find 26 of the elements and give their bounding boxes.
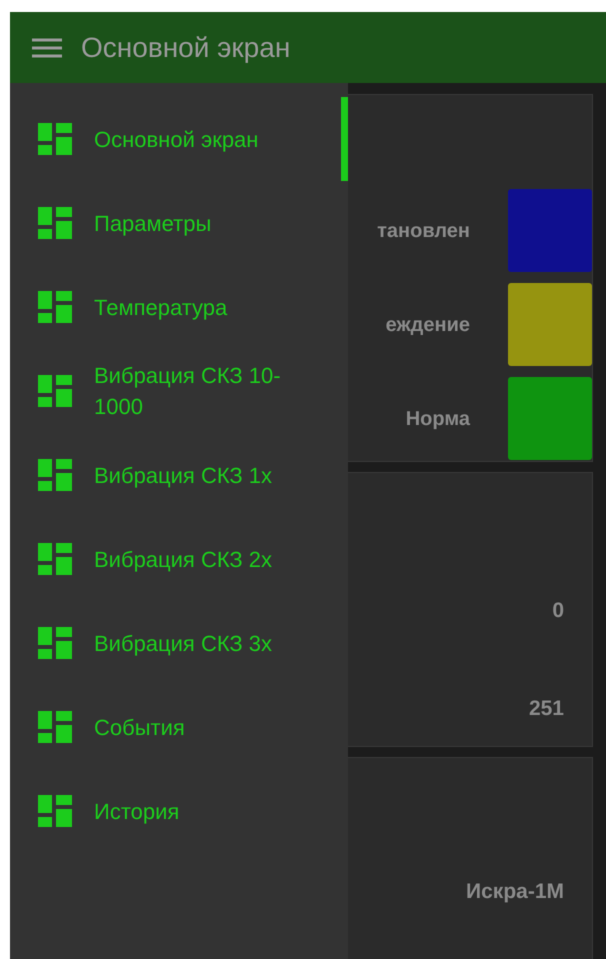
drawer-item[interactable]: Вибрация СКЗ 3x (10, 601, 348, 685)
app-title: Основной экран (81, 30, 290, 65)
status-label: Норма (406, 406, 470, 432)
drawer-item[interactable]: Вибрация СКЗ 10-1000 (10, 349, 348, 433)
dashboard-icon (38, 207, 72, 239)
dashboard-icon (38, 627, 72, 659)
dashboard-icon (38, 291, 72, 323)
value-text: 0 (552, 598, 564, 624)
value-text: 251 (528, 696, 564, 722)
dashboard-icon (38, 543, 72, 575)
drawer-item[interactable]: Параметры (10, 181, 348, 265)
device-name: Искра-1М (466, 879, 564, 905)
drawer-item[interactable]: Температура (10, 265, 348, 349)
dashboard-icon (38, 123, 72, 155)
drawer-item[interactable]: Вибрация СКЗ 1x (10, 433, 348, 517)
dashboard-icon (38, 459, 72, 491)
drawer-item[interactable]: Основной экран (10, 97, 348, 181)
dashboard-icon (38, 375, 72, 407)
status-label: тановлен (377, 218, 470, 244)
menu-icon[interactable] (31, 36, 63, 58)
drawer-item[interactable]: История (10, 769, 348, 853)
dashboard-icon (38, 711, 72, 743)
dashboard-icon (38, 795, 72, 827)
drawer-item[interactable]: Вибрация СКЗ 2x (10, 517, 348, 601)
status-label: еждение (386, 312, 470, 338)
drawer-item[interactable]: События (10, 685, 348, 769)
